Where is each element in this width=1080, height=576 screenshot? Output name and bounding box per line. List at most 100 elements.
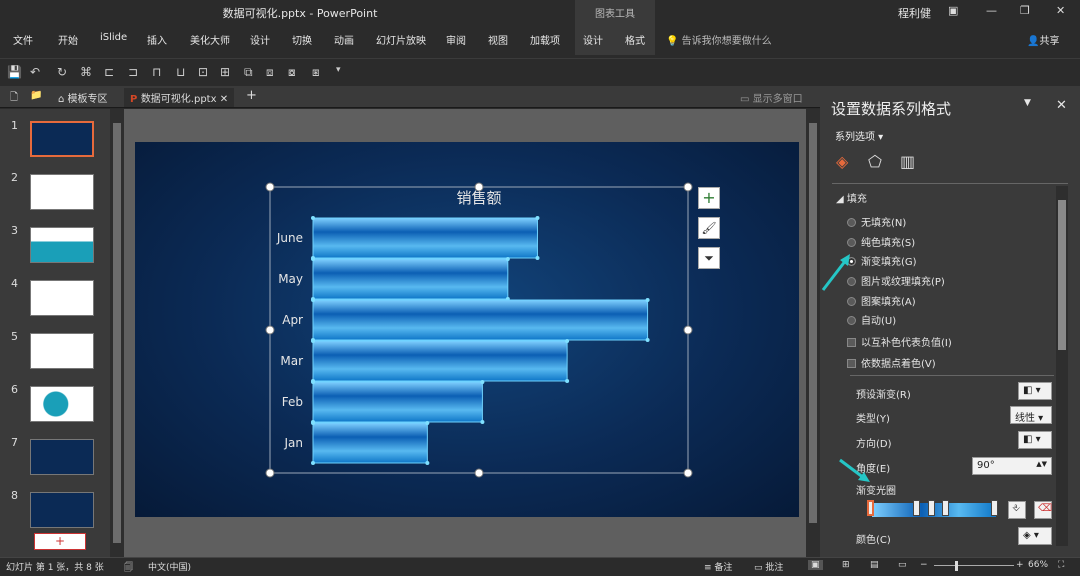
slide-thumbnail-8[interactable] — [30, 492, 94, 528]
fill-option-auto[interactable]: 自动(U) — [847, 312, 896, 327]
slide-thumbnail-7[interactable] — [30, 439, 94, 475]
chart-resize-handle[interactable] — [683, 325, 693, 335]
chart-resize-handle[interactable] — [683, 182, 693, 192]
tab-current-file[interactable]: P 数据可视化.pptx ✕ — [124, 88, 235, 107]
send-back-icon[interactable]: ⧈ — [266, 65, 274, 80]
chart-elements-button[interactable]: + — [698, 187, 720, 209]
slide-thumbnail-6[interactable] — [30, 386, 94, 422]
chart-resize-handle[interactable] — [474, 468, 484, 478]
language[interactable]: 中文(中国) — [148, 560, 191, 573]
undo-icon[interactable]: ↶ — [30, 65, 40, 79]
chart-styles-brush-icon[interactable]: 🖌 — [698, 217, 720, 239]
open-folder-icon[interactable]: 📁 — [24, 88, 48, 107]
radio[interactable] — [847, 297, 856, 306]
bar-selection-handle[interactable] — [535, 256, 540, 260]
thumbnail-scrollbar[interactable] — [110, 109, 124, 557]
slideshow-view-icon[interactable]: ▭ — [898, 560, 907, 570]
distribute-icon[interactable]: ⧇ — [288, 65, 296, 80]
tab-beautify[interactable]: 美化大师 — [190, 32, 230, 47]
fill-option-picture[interactable]: 图片或纹理填充(P) — [847, 273, 945, 288]
tab-transitions[interactable]: 切换 — [292, 32, 312, 47]
tab-chart-format[interactable]: 格式 — [625, 32, 645, 47]
fill-option-none[interactable]: 无填充(N) — [847, 214, 906, 229]
bar-selection-handle[interactable] — [311, 257, 315, 261]
bar-selection-handle[interactable] — [311, 298, 315, 302]
remove-stop-icon[interactable]: ⌫ — [1034, 501, 1052, 519]
bar-feb[interactable] — [312, 381, 483, 423]
slide-sorter-icon[interactable]: ⊞ — [842, 560, 850, 570]
arrange-icon[interactable]: ⧆ — [312, 65, 320, 80]
angle-input[interactable]: 90° ▲▼ — [972, 457, 1052, 475]
tab-addins[interactable]: 加载项 — [530, 32, 560, 47]
minimize-icon[interactable]: — — [986, 4, 997, 17]
align-left-icon[interactable]: ⊏ — [104, 65, 114, 79]
pane-options-dropdown-icon[interactable]: ▼ — [1024, 98, 1031, 108]
tab-chart-design[interactable]: 设计 — [583, 32, 603, 47]
zoom-out-icon[interactable]: − — [920, 560, 928, 570]
tab-review[interactable]: 审阅 — [446, 32, 466, 47]
fit-to-window-icon[interactable]: ⛶ — [1058, 560, 1064, 570]
chart-title[interactable]: 销售额 — [456, 189, 501, 207]
bar-selection-handle[interactable] — [565, 339, 570, 343]
scroll-thumb[interactable] — [1058, 200, 1066, 350]
group-icon[interactable]: ⊡ — [198, 65, 208, 79]
bar-mar[interactable] — [312, 340, 568, 382]
series-options-dropdown[interactable]: 系列选项 ▾ — [835, 128, 883, 143]
bar-apr[interactable] — [312, 299, 649, 341]
slide-thumbnail-5[interactable] — [30, 333, 94, 369]
bar-selection-handle[interactable] — [311, 461, 315, 465]
chart-resize-handle[interactable] — [683, 468, 693, 478]
zoom-level[interactable]: 66% — [1028, 560, 1048, 570]
user-name[interactable]: 程利健 — [898, 5, 931, 21]
chart-filter-icon[interactable]: ⏷ — [698, 247, 720, 269]
bar-selection-handle[interactable] — [645, 298, 650, 302]
chart-resize-handle[interactable] — [474, 182, 484, 192]
gradient-stop[interactable] — [928, 500, 935, 516]
tell-me-search[interactable]: 💡 告诉我你想要做什么 — [666, 32, 772, 47]
bring-front-icon[interactable]: ⧉ — [244, 65, 253, 80]
preset-gradient-dropdown[interactable]: ◧ ▾ — [1018, 382, 1052, 400]
gradient-stop[interactable] — [991, 500, 998, 516]
tab-design[interactable]: 设计 — [250, 32, 270, 47]
bar-selection-handle[interactable] — [505, 257, 510, 261]
bar-selection-handle[interactable] — [535, 216, 540, 220]
tab-view[interactable]: 视图 — [488, 32, 508, 47]
format-painter-icon[interactable]: ⌘ — [80, 65, 92, 79]
bar-selection-handle[interactable] — [311, 380, 315, 384]
bar-selection-handle[interactable] — [425, 461, 430, 465]
type-dropdown[interactable]: 线性 ▾ — [1010, 406, 1052, 424]
comments-button[interactable]: ▭ 批注 — [754, 560, 783, 573]
bar-selection-handle[interactable] — [565, 379, 570, 383]
zoom-slider-handle[interactable] — [955, 561, 958, 571]
notes-button[interactable]: ≡ 备注 — [704, 560, 732, 573]
chart-resize-handle[interactable] — [265, 468, 275, 478]
fill-section-header[interactable]: ◢ 填充 — [836, 190, 867, 205]
gradient-stop[interactable] — [913, 500, 920, 516]
close-window-icon[interactable]: ✕ — [1056, 4, 1065, 17]
slide-thumbnail-1[interactable] — [30, 121, 94, 157]
direction-dropdown[interactable]: ◧ ▾ — [1018, 431, 1052, 449]
customize-qat-icon[interactable]: ▾ — [336, 65, 341, 75]
zoom-slider[interactable] — [934, 565, 1014, 566]
radio[interactable] — [847, 218, 856, 227]
slide-thumbnail-3[interactable] — [30, 227, 94, 263]
bar-may[interactable] — [312, 258, 509, 300]
save-icon[interactable]: 💾 — [7, 65, 22, 79]
scroll-thumb[interactable] — [809, 123, 817, 523]
restore-icon[interactable]: ❐ — [1020, 4, 1030, 17]
add-slide-button[interactable]: + — [34, 533, 86, 550]
canvas-scrollbar[interactable] — [806, 109, 820, 557]
tab-template-zone[interactable]: ⌂ 模板专区 — [52, 88, 114, 107]
redo-icon[interactable]: ↻ — [57, 65, 67, 79]
tab-slideshow[interactable]: 幻灯片放映 — [376, 32, 426, 47]
checkbox[interactable] — [847, 338, 856, 347]
pane-scrollbar[interactable] — [1056, 186, 1068, 546]
spinner-icon[interactable]: ▲▼ — [1036, 460, 1047, 468]
fill-line-icon[interactable]: ◈ — [836, 152, 848, 171]
gradient-stop[interactable] — [942, 500, 949, 516]
scroll-thumb[interactable] — [113, 123, 121, 543]
bar-selection-handle[interactable] — [480, 380, 485, 384]
chart-resize-handle[interactable] — [265, 182, 275, 192]
slide[interactable]: 销售额 June May Apr Mar Feb Jan + 🖌 ⏷ — [135, 142, 799, 517]
bar-selection-handle[interactable] — [311, 216, 315, 220]
